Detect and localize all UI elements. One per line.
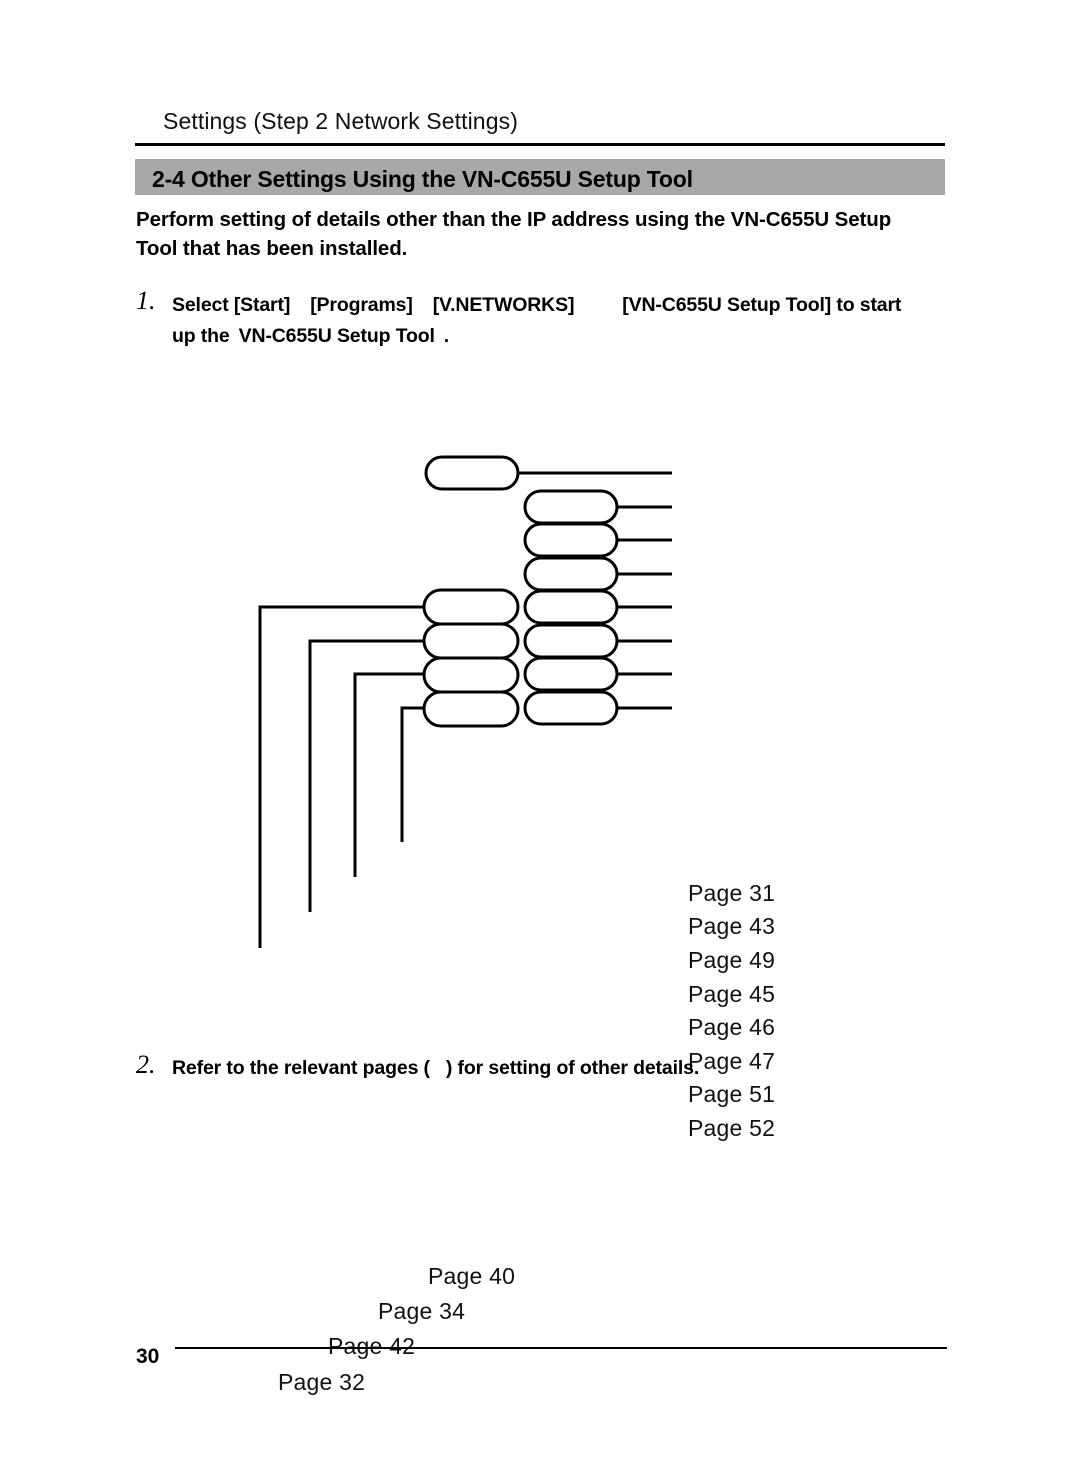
page-ref-40: Page 40 (428, 1263, 516, 1289)
c2-box-6 (523, 656, 619, 692)
step-1-number: 1. (136, 286, 156, 315)
step-1-line-1: Select [Start] [Programs] [V.NETWORKS] [VN-… (172, 290, 962, 320)
page-reference-diagram: Page 31 Page 43 Page 49 Page 45 Page 46 … (0, 420, 1080, 1395)
step-1-select: Select [Start] (172, 294, 291, 316)
running-head: Settings (Step 2 Network Settings) (163, 108, 518, 134)
step-1-upthe: up the (172, 325, 230, 347)
step-1-toolname: VN-C655U Setup Tool (238, 325, 435, 347)
diagram-svg (258, 455, 672, 948)
c1-box-5 (422, 690, 520, 728)
branch-page-34 (353, 672, 424, 877)
page-ref-31: Page 31 (688, 880, 776, 906)
c2-box-5 (523, 623, 619, 659)
manual-page: Settings (Step 2 Network Settings) 2-4 O… (0, 0, 1080, 1465)
page-ref-34: Page 34 (378, 1298, 466, 1324)
page-ref-51: Page 51 (688, 1081, 776, 1107)
step-1-setup-tool: [VN-C655U Setup Tool] to start (622, 294, 902, 316)
step-1-period: . (443, 325, 450, 347)
c2-box-2 (523, 522, 619, 558)
branch-page-32 (258, 605, 424, 948)
page-ref-45: Page 45 (688, 981, 776, 1007)
page-ref-49: Page 49 (688, 947, 776, 973)
c1-box-4 (422, 656, 520, 694)
page-ref-32: Page 32 (278, 1369, 366, 1395)
branch-page-42 (308, 639, 424, 912)
step-1-programs: [Programs] (310, 294, 413, 316)
intro-paragraph: Perform setting of details other than th… (136, 205, 948, 263)
c2-box-3 (523, 556, 619, 592)
step-2-text-a: Refer to the relevant pages ( (172, 1057, 430, 1079)
c1-box-1 (424, 455, 520, 491)
step-1-line-2: up the VN-C655U Setup Tool. (172, 321, 772, 351)
page-ref-52: Page 52 (688, 1115, 776, 1141)
step-2-number: 2. (136, 1050, 156, 1079)
intro-line-2: Tool that has been installed. (136, 237, 408, 260)
header-rule (135, 143, 945, 146)
step-2-text-b: ) for setting of other details. (445, 1057, 700, 1079)
c2-box-4 (523, 589, 619, 625)
section-heading-title: 2-4 Other Settings Using the VN-C655U Se… (152, 166, 693, 192)
branch-page-40 (400, 706, 424, 842)
footer-rule (175, 1347, 947, 1349)
c2-box-7 (523, 690, 619, 726)
page-ref-43: Page 43 (688, 913, 776, 939)
c2-box-1 (523, 489, 619, 525)
step-2-line-1: Refer to the relevant pages ( ) for setti… (172, 1053, 872, 1083)
intro-line-1: Perform setting of details other than th… (136, 208, 892, 231)
step-1-vnetworks: [V.NETWORKS] (432, 294, 575, 316)
c1-box-3 (422, 622, 520, 660)
c1-box-2 (422, 588, 520, 626)
page-folio: 30 (136, 1345, 160, 1368)
page-ref-46: Page 46 (688, 1014, 776, 1040)
